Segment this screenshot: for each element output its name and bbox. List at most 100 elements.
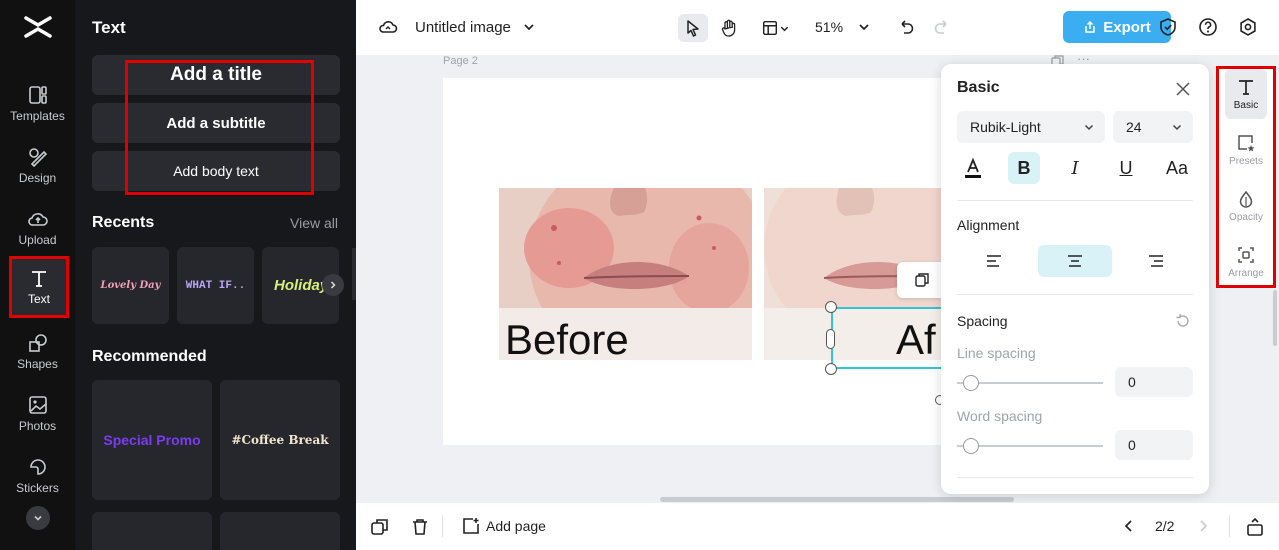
document-name[interactable]: Untitled image (415, 19, 511, 36)
rail-item-photos[interactable]: Photos (0, 394, 75, 450)
next-page-icon[interactable] (1196, 519, 1210, 533)
rail-item-text[interactable]: Text (9, 256, 69, 318)
chevron-down-icon (34, 515, 42, 521)
arrange-icon (1238, 247, 1254, 263)
resize-handle[interactable] (825, 301, 837, 313)
view-all-link[interactable]: View all (290, 215, 338, 231)
text-color-button[interactable] (957, 152, 989, 184)
text-icon (32, 271, 46, 287)
bold-button[interactable]: B (1008, 152, 1040, 184)
help-icon[interactable] (1198, 17, 1218, 37)
line-spacing-value[interactable]: 0 (1115, 367, 1193, 397)
recommended-item[interactable] (92, 512, 212, 550)
tool-arrange[interactable]: Arrange (1225, 237, 1267, 287)
hand-icon (721, 19, 736, 37)
recommended-special-promo[interactable]: Special Promo (92, 380, 212, 500)
text-selection-box[interactable] (831, 307, 951, 369)
undo-icon[interactable] (896, 17, 916, 37)
rail-label: Shapes (17, 357, 58, 371)
underline-button[interactable]: U (1110, 152, 1142, 184)
resize-handle[interactable] (825, 363, 837, 375)
capcut-logo-icon[interactable] (24, 14, 52, 40)
design-icon (28, 148, 47, 168)
rail-item-stickers[interactable]: Stickers (0, 456, 75, 512)
tool-opacity[interactable]: Opacity (1225, 181, 1267, 231)
align-left-icon (987, 255, 1001, 267)
align-left-button[interactable] (957, 245, 1031, 277)
italic-button[interactable]: I (1059, 152, 1091, 184)
recent-what-if[interactable]: WHAT IF.. (177, 247, 254, 324)
page-indicator: 2/2 (1155, 518, 1175, 534)
tool-label: Opacity (1229, 212, 1263, 223)
copy-style-icon (915, 273, 929, 287)
resize-handle[interactable] (826, 329, 835, 349)
zoom-level[interactable]: 51% (815, 19, 843, 35)
caption-before[interactable]: Before (505, 316, 629, 364)
close-icon[interactable] (1173, 79, 1193, 99)
rail-item-templates[interactable]: Templates (0, 84, 75, 140)
horizontal-scrollbar[interactable] (660, 497, 1014, 502)
chevron-down-icon[interactable] (522, 20, 536, 34)
tool-presets[interactable]: Presets (1225, 125, 1267, 175)
photo-divider (752, 188, 764, 360)
tool-label: Presets (1229, 156, 1263, 167)
font-family-value: Rubik-Light (970, 119, 1041, 135)
cloud-sync-icon[interactable] (378, 17, 398, 37)
slider-knob[interactable] (963, 375, 979, 391)
add-page-button[interactable]: Add page (462, 517, 546, 535)
align-right-icon (1149, 255, 1163, 267)
hand-tool-button[interactable] (714, 14, 744, 42)
panel-title: Text (92, 18, 126, 37)
export-icon (1085, 20, 1095, 33)
previous-page-icon[interactable] (1122, 519, 1136, 533)
zoom-chevron-down-icon[interactable] (857, 20, 871, 34)
text-case-button[interactable]: Aa (1161, 152, 1193, 184)
spacing-title: Spacing (957, 313, 1008, 329)
layout-menu-button[interactable] (754, 14, 796, 42)
bottom-bar: Add page 2/2 (356, 503, 1279, 550)
export-button[interactable]: Export (1063, 11, 1171, 43)
chevron-right-icon (330, 281, 336, 289)
recommended-item[interactable] (220, 512, 340, 550)
rail-collapse-button[interactable] (26, 506, 50, 530)
text-properties-panel: Basic Rubik-Light 24 B I U Aa Alignment … (941, 64, 1209, 494)
floating-toolbar[interactable] (897, 262, 947, 298)
chevron-down-icon (780, 26, 788, 31)
recommended-coffee-break[interactable]: #Coffee Break (220, 380, 340, 500)
rail-item-shapes[interactable]: Shapes (0, 332, 75, 388)
chevron-down-icon (1172, 124, 1182, 131)
export-label: Export (1103, 18, 1151, 36)
align-right-button[interactable] (1119, 245, 1193, 277)
shield-check-icon[interactable] (1158, 17, 1178, 37)
recent-lovely-day[interactable]: Lovely Day (92, 247, 169, 324)
rail-label: Stickers (16, 481, 59, 495)
vertical-scrollbar[interactable] (1273, 290, 1277, 346)
recommended-title: Recommended (92, 348, 207, 365)
opacity-drop-icon (1239, 190, 1253, 208)
align-center-button[interactable] (1038, 245, 1112, 277)
text-color-icon (965, 157, 981, 178)
trash-icon[interactable] (409, 516, 431, 538)
redo-icon[interactable] (932, 17, 952, 37)
rail-item-design[interactable]: Design (0, 146, 75, 202)
word-spacing-slider[interactable] (957, 438, 1103, 454)
reset-spacing-icon[interactable] (1175, 313, 1191, 329)
word-spacing-value[interactable]: 0 (1115, 430, 1193, 460)
slider-knob[interactable] (963, 438, 979, 454)
line-spacing-slider[interactable] (957, 375, 1103, 391)
collapse-pages-icon[interactable] (1245, 517, 1265, 537)
duplicate-icon[interactable] (369, 516, 391, 538)
canvas-page[interactable]: Before Af (443, 78, 964, 445)
upload-cloud-icon (27, 213, 48, 226)
settings-gear-icon[interactable] (1238, 17, 1258, 37)
word-spacing-label: Word spacing (957, 408, 1043, 424)
page-label: Page 2 (443, 55, 478, 67)
rail-label: Upload (18, 233, 57, 247)
font-family-select[interactable]: Rubik-Light (957, 111, 1105, 143)
font-size-select[interactable]: 24 (1113, 111, 1193, 143)
recents-next-button[interactable] (322, 274, 344, 296)
tool-basic[interactable]: Basic (1225, 69, 1267, 119)
properties-title: Basic (957, 79, 1000, 96)
recents-title: Recents (92, 214, 155, 231)
select-tool-button[interactable] (678, 14, 708, 42)
